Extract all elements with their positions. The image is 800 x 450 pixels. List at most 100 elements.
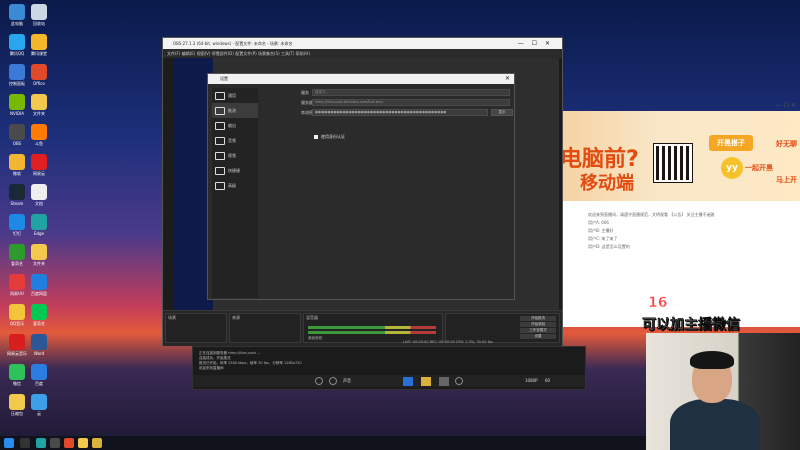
- desktop-icon[interactable]: 文件夹: [28, 94, 50, 117]
- desktop-icon-label: 腾讯课堂: [31, 51, 47, 56]
- keyboard-icon: [215, 166, 225, 175]
- use-auth-checkbox[interactable]: 使用身份认证: [314, 134, 345, 140]
- desktop-icon[interactable]: 腾讯课堂: [28, 34, 50, 57]
- settings-nav-item[interactable]: 输出: [212, 118, 258, 133]
- desktop-icon-label: Word: [33, 351, 45, 356]
- desktop-icon[interactable]: 网易UU: [6, 274, 28, 297]
- desktop-icon[interactable]: Steam: [6, 184, 28, 206]
- gift-icon[interactable]: [421, 377, 431, 386]
- desktop-icon-label: Office: [33, 81, 45, 86]
- desktop-icon[interactable]: 腾讯QQ: [6, 34, 28, 57]
- obs-title: OBS 27.1.3 (64-bit, windows) - 配置文件: 未命名…: [173, 41, 293, 46]
- promo-banner[interactable]: 电脑前? 移动端 开黑搭子 yy 一起开黑 好无聊 马上开: [560, 111, 800, 201]
- app-icon: [9, 304, 25, 320]
- obs-title-bar: OBS 27.1.3 (64-bit, windows) - 配置文件: 未命名…: [163, 38, 562, 49]
- desktop-icon[interactable]: 爱奇艺: [6, 244, 28, 267]
- volume-label: 声音: [343, 378, 351, 383]
- settings-icon[interactable]: [439, 377, 449, 386]
- settings-nav-item[interactable]: 视频: [212, 148, 258, 163]
- chat-line: 用户D: 这是怎么设置的: [588, 244, 630, 249]
- quality-label[interactable]: 1080P: [525, 378, 538, 383]
- app-icon: [9, 364, 25, 380]
- record-icon[interactable]: [455, 377, 463, 385]
- desktop-icon-label: 压缩包: [11, 411, 23, 416]
- service-select[interactable]: 自定义...: [312, 89, 510, 96]
- app-icon: [31, 154, 47, 170]
- chat-line: 欢迎来到直播间，请遵守直播规范，文明观看 【公告】 关注主播不迷路: [588, 212, 715, 217]
- audio-meter-2: [308, 331, 436, 334]
- windows-start-icon[interactable]: [4, 438, 14, 448]
- desktop-icon-label: 云: [37, 411, 41, 416]
- server-input[interactable]: rtmp://live-push.bilivideo.com/live-bvc/: [312, 99, 510, 106]
- checkbox-icon[interactable]: [314, 135, 318, 139]
- webcam-feed: [646, 333, 800, 450]
- show-key-button[interactable]: 显示: [491, 109, 513, 116]
- app-taskbar-icon[interactable]: [64, 438, 74, 448]
- mixer-source-label: 桌面音频: [308, 336, 322, 340]
- fps-label[interactable]: 60: [545, 378, 550, 383]
- desktop-icon[interactable]: 微软: [6, 154, 28, 177]
- desktop-icon[interactable]: 文档: [28, 184, 50, 207]
- sources-header: 来源: [232, 315, 240, 320]
- settings-nav-item[interactable]: 音频: [212, 133, 258, 148]
- studio-mode-button[interactable]: 工作室模式: [520, 328, 556, 333]
- app-icon: [31, 184, 47, 200]
- settings-title: 设置: [220, 76, 228, 81]
- desktop-icon[interactable]: Office: [28, 64, 50, 86]
- folder-taskbar-icon[interactable]: [78, 438, 88, 448]
- desktop-icon[interactable]: 百度网盘: [28, 274, 50, 297]
- app2-taskbar-icon[interactable]: [92, 438, 102, 448]
- desktop-icon-label: 斗鱼: [35, 141, 43, 146]
- desktop-icon[interactable]: QQ音乐: [6, 304, 28, 327]
- app-icon: [9, 214, 25, 230]
- desktop-icon-label: 文件夹: [33, 111, 45, 116]
- mic-icon[interactable]: [315, 377, 323, 385]
- settings-nav-item[interactable]: 通用: [212, 88, 258, 103]
- app-icon: [9, 4, 25, 20]
- desktop-icon[interactable]: 微信: [6, 364, 28, 387]
- desktop-icon[interactable]: 斗鱼: [28, 124, 50, 147]
- desktop-icon[interactable]: 控制面板: [6, 64, 28, 87]
- start-record-button[interactable]: 开始录制: [520, 322, 556, 327]
- settings-nav-item[interactable]: 快捷键: [212, 163, 258, 178]
- desktop-icon[interactable]: 钉钉: [6, 214, 28, 237]
- settings-nav-item[interactable]: 高级: [212, 178, 258, 193]
- window-controls[interactable]: — ☐ ✕: [776, 102, 796, 109]
- obs-window-controls[interactable]: —☐✕: [518, 38, 558, 49]
- stream-key-input[interactable]: ●●●●●●●●●●●●●●●●●●●●●●●●●●●●●●●●●●●●●●●●…: [312, 109, 488, 116]
- output-icon: [215, 121, 225, 130]
- desktop-icon[interactable]: 网易云: [28, 154, 50, 177]
- desktop-icon-label: 控制面板: [9, 81, 25, 86]
- share-icon[interactable]: [403, 377, 413, 386]
- edge-icon[interactable]: [36, 438, 46, 448]
- start-stream-button[interactable]: 开始推流: [520, 316, 556, 321]
- desktop-icon[interactable]: 文件夹: [28, 244, 50, 267]
- desktop-icon[interactable]: 压缩包: [6, 394, 28, 417]
- desktop-icon[interactable]: Word: [28, 334, 50, 356]
- app-icon: [31, 304, 47, 320]
- settings-button[interactable]: 设置: [520, 334, 556, 339]
- obs-menu-bar[interactable]: 文件(F) 编辑(E) 视图(V) 停靠部件(D) 配置文件(P) 场景集合(S…: [163, 49, 562, 58]
- desktop-icon[interactable]: NVIDIA: [6, 94, 28, 116]
- desktop-icon[interactable]: 网易云音乐: [6, 334, 28, 357]
- desktop-icon[interactable]: 此电脑: [6, 4, 28, 27]
- app-icon: [31, 244, 47, 260]
- yy-pill-label: 开黑搭子: [709, 135, 753, 151]
- obs-taskbar-icon[interactable]: [50, 438, 60, 448]
- desktop-icon[interactable]: 爱奇艺: [28, 304, 50, 327]
- app-icon: [31, 34, 47, 50]
- settings-nav-item[interactable]: 推流: [212, 103, 258, 118]
- close-icon[interactable]: ✕: [505, 74, 510, 84]
- yy-side-text: 好无聊: [776, 140, 797, 148]
- controls-panel: 开始推流 开始录制 工作室模式 设置: [445, 313, 560, 343]
- desktop-icon[interactable]: 百度: [28, 364, 50, 387]
- desktop-icon[interactable]: Edge: [28, 214, 50, 236]
- wechat-overlay-text: 可以加主播微信: [642, 317, 740, 333]
- audio-meter: [308, 326, 436, 329]
- camera-icon[interactable]: [329, 377, 337, 385]
- desktop-icon[interactable]: OBS: [6, 124, 28, 146]
- desktop-icon[interactable]: 回收站: [28, 4, 50, 27]
- app-icon: [9, 274, 25, 290]
- search-icon[interactable]: [20, 438, 30, 448]
- desktop-icon[interactable]: 云: [28, 394, 50, 417]
